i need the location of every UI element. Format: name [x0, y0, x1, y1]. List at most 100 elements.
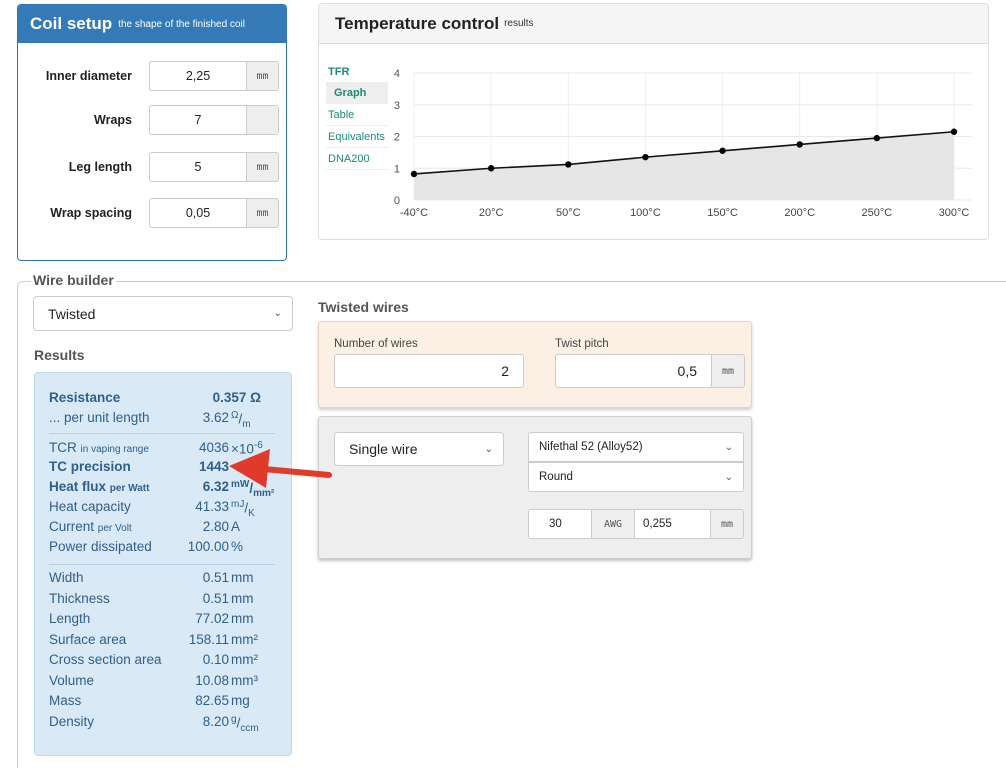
shape-value: Round	[539, 471, 573, 483]
result-label: Width	[49, 570, 84, 585]
temperature-control-panel: Temperature control results TFR Graph Ta…	[318, 3, 989, 240]
result-unit: mm	[231, 570, 254, 585]
shape-select[interactable]: Round ⌄	[528, 462, 744, 492]
leg-length-unit: mm	[246, 152, 279, 182]
result-label: Thickness	[49, 591, 110, 606]
result-value: 8.20	[202, 714, 229, 729]
result-per-unit-length: ... per unit length 3.62 Ω/m	[49, 410, 273, 430]
results-title: Results	[34, 347, 85, 363]
single-wire-value: Single wire	[349, 441, 418, 457]
data-point	[487, 165, 495, 172]
result-unit: A	[231, 519, 241, 534]
wire-type-select[interactable]: Twisted ⌄	[33, 296, 293, 331]
gauge-input[interactable]: 30	[528, 509, 592, 539]
twisted-wires-box: Number of wires 2 Twist pitch 0,5 mm	[318, 321, 752, 408]
data-point	[950, 128, 958, 135]
result-tc-precision: TC precision 1443	[49, 459, 273, 479]
result-label: TCR in vaping range	[49, 440, 149, 455]
result-unit: ×10-6	[231, 440, 263, 457]
coil-setup-subtitle: the shape of the finished coil	[118, 18, 245, 30]
wrap-spacing-row: Wrap spacing 0,05 mm	[18, 198, 286, 228]
leg-length-row: Leg length 5 mm	[18, 152, 286, 182]
wrap-spacing-label: Wrap spacing	[50, 206, 132, 220]
result-value: 2.80	[202, 519, 229, 534]
result-unit: mJ/K	[231, 499, 255, 520]
x-tick-label: 20°C	[479, 207, 504, 219]
wire-builder-legend: Wire builder	[31, 272, 116, 288]
material-select[interactable]: Nifethal 52 (Alloy52) ⌄	[528, 432, 744, 462]
series-area	[414, 131, 954, 200]
y-tick-label: 0	[394, 195, 400, 207]
inner-diameter-input[interactable]: 2,25	[149, 61, 246, 91]
result-unit: mg	[231, 693, 250, 708]
twist-pitch-unit: mm	[711, 354, 745, 388]
result-label: Current per Volt	[49, 519, 132, 534]
result-value: 0.10	[202, 652, 229, 667]
result-mass: Mass 82.65 mg	[49, 693, 273, 713]
diameter-input[interactable]: 0,255	[634, 509, 711, 539]
result-value: 1443	[198, 459, 229, 474]
data-point	[410, 170, 418, 178]
coil-setup-header: Coil setup the shape of the finished coi…	[18, 5, 286, 43]
data-point	[873, 134, 881, 142]
gauge-unit: AWG	[591, 509, 635, 539]
result-value: 158.11	[188, 632, 229, 647]
result-heat-flux: Heat flux per Watt 6.32 mW/mm²	[49, 479, 274, 499]
results-divider	[49, 564, 275, 565]
result-current: Current per Volt 2.80 A	[49, 519, 273, 539]
result-label: ... per unit length	[49, 410, 150, 425]
result-label: Resistance	[49, 390, 121, 405]
data-point	[642, 153, 649, 161]
result-label: Cross section area	[49, 652, 162, 667]
result-surface-area: Surface area 158.11 mm²	[49, 632, 273, 652]
chevron-down-icon: ⌄	[724, 441, 733, 453]
result-value: 82.65	[195, 693, 229, 708]
result-unit: mm²	[231, 632, 258, 647]
number-of-wires-label: Number of wires	[334, 338, 418, 350]
wrap-spacing-input[interactable]: 0,05	[149, 198, 246, 228]
wraps-row: Wraps 7	[18, 105, 286, 135]
result-label: Volume	[49, 673, 95, 688]
coil-setup-panel: Coil setup the shape of the finished coi…	[17, 4, 287, 261]
result-value: 0.357 Ω	[212, 390, 261, 405]
wire-type-value: Twisted	[48, 305, 96, 322]
leg-length-label: Leg length	[68, 160, 132, 174]
result-label: Heat capacity	[49, 499, 131, 514]
result-value: 4036	[198, 440, 229, 455]
wraps-input[interactable]: 7	[149, 105, 246, 135]
data-point	[719, 147, 726, 154]
x-tick-label: -40°C	[400, 207, 428, 219]
result-value: 6.32	[202, 479, 229, 494]
inner-diameter-row: Inner diameter 2,25 mm	[18, 61, 286, 91]
single-wire-select[interactable]: Single wire ⌄	[334, 432, 504, 466]
result-width: Width 0.51 mm	[49, 570, 273, 590]
result-value: 10.08	[195, 673, 229, 688]
result-label: Mass	[49, 693, 82, 708]
result-cross-section-area: Cross section area 0.10 mm²	[49, 652, 273, 672]
y-tick-label: 3	[394, 100, 400, 112]
y-tick-label: 4	[394, 68, 400, 80]
twist-pitch-input[interactable]: 0,5	[555, 354, 712, 388]
twist-pitch-label: Twist pitch	[555, 338, 609, 350]
result-label: Power dissipated	[49, 539, 152, 554]
inner-diameter-unit: mm	[246, 61, 279, 91]
result-unit: %	[231, 539, 244, 554]
material-value: Nifethal 52 (Alloy52)	[539, 441, 643, 453]
leg-length-input[interactable]: 5	[149, 152, 246, 182]
result-value: 0.51	[202, 591, 229, 606]
result-volume: Volume 10.08 mm³	[49, 673, 273, 693]
x-tick-label: 200°C	[784, 207, 815, 219]
chevron-down-icon: ⌄	[273, 308, 282, 319]
result-unit: mm	[231, 591, 254, 606]
tfr-chart: 0 1 2 3 4 -40°C 20°C 50°C 100°C 150°C 200°C 250°C 30…	[394, 68, 972, 219]
single-wire-box: Single wire ⌄ Nifethal 52 (Alloy52) ⌄ Ro…	[318, 416, 752, 559]
result-label: Density	[49, 714, 95, 729]
results-divider	[49, 433, 275, 434]
result-length: Length 77.02 mm	[49, 611, 273, 631]
data-point	[565, 161, 572, 168]
inner-diameter-label: Inner diameter	[45, 69, 132, 83]
number-of-wires-input[interactable]: 2	[334, 354, 524, 388]
x-tick-label: 50°C	[556, 207, 581, 219]
result-unit: mm³	[231, 673, 258, 688]
result-power-dissipated: Power dissipated 100.00 %	[49, 539, 273, 559]
